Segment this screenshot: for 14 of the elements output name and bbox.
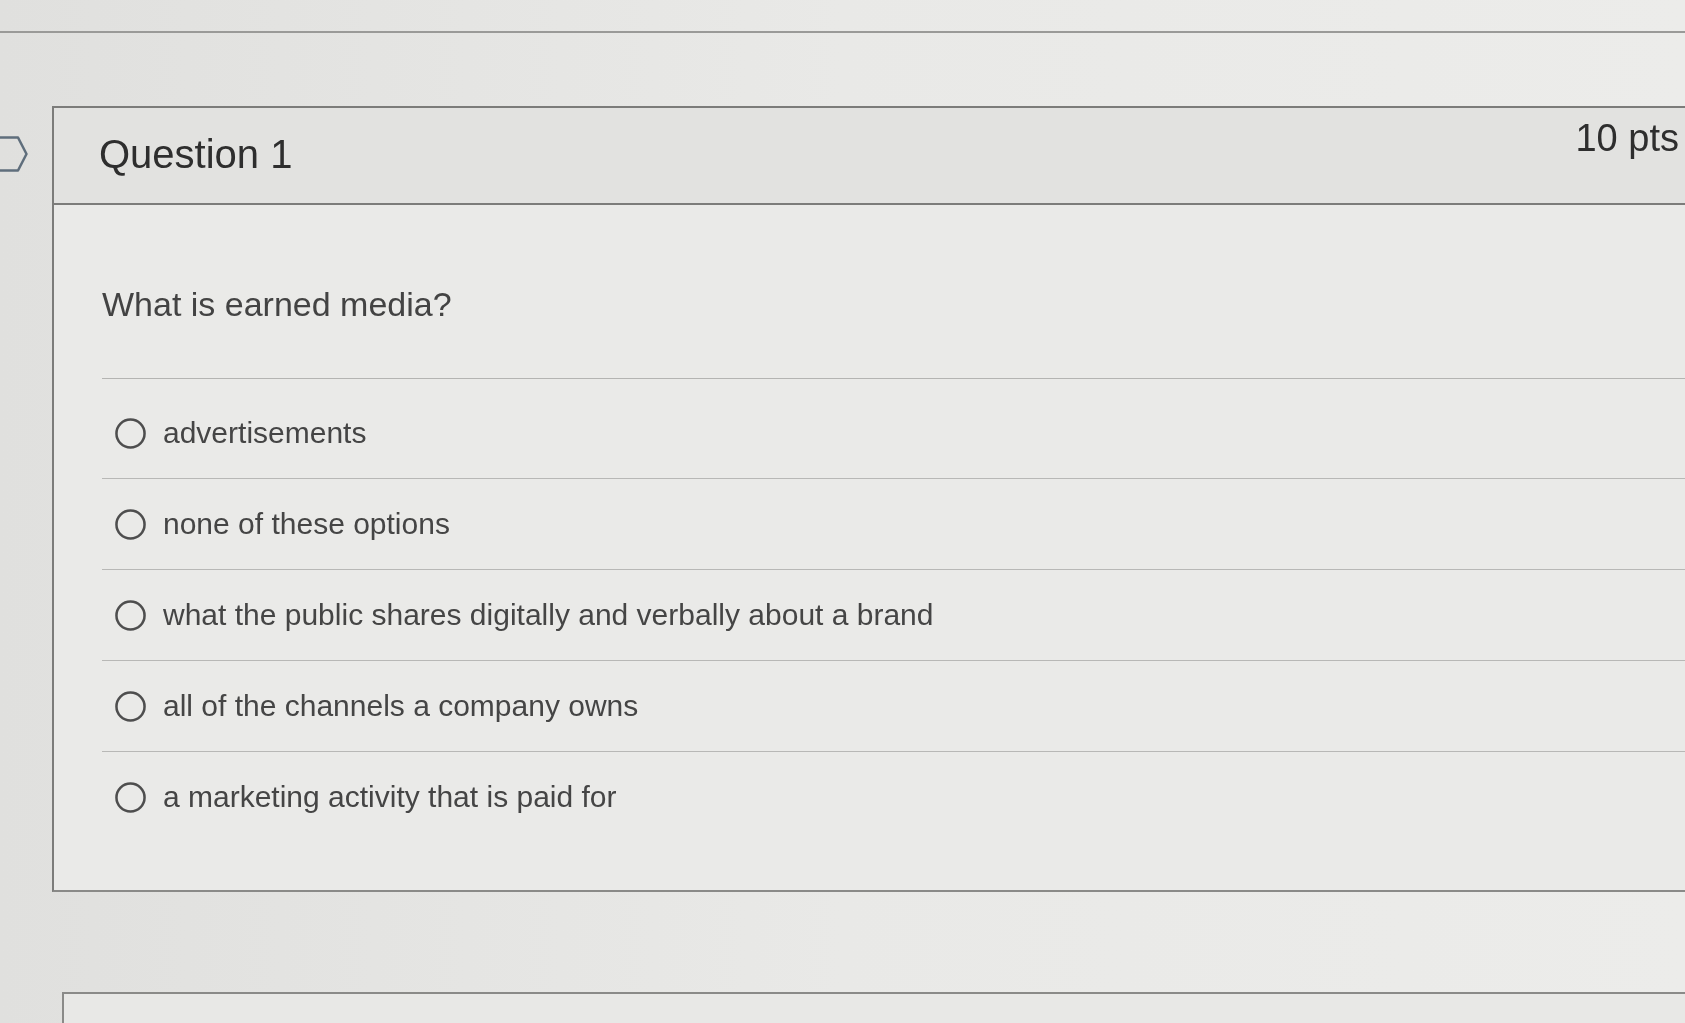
radio-button[interactable] — [115, 599, 146, 631]
answer-label[interactable]: a marketing activity that is paid for — [163, 779, 617, 815]
radio-button[interactable] — [115, 690, 146, 722]
answer-label[interactable]: none of these options — [163, 506, 450, 542]
question-title: Question 1 — [99, 131, 293, 178]
flag-icon[interactable] — [0, 136, 28, 172]
question-text: What is earned media? — [102, 205, 1685, 379]
answer-label[interactable]: advertisements — [163, 415, 367, 451]
answer-label[interactable]: all of the channels a company owns — [163, 688, 639, 724]
answer-label[interactable]: what the public shares digitally and verbally about a brand — [163, 597, 934, 633]
radio-button[interactable] — [115, 508, 146, 540]
radio-button[interactable] — [115, 417, 146, 449]
points-label: 10 pts — [1575, 116, 1679, 161]
radio-button[interactable] — [115, 781, 146, 813]
